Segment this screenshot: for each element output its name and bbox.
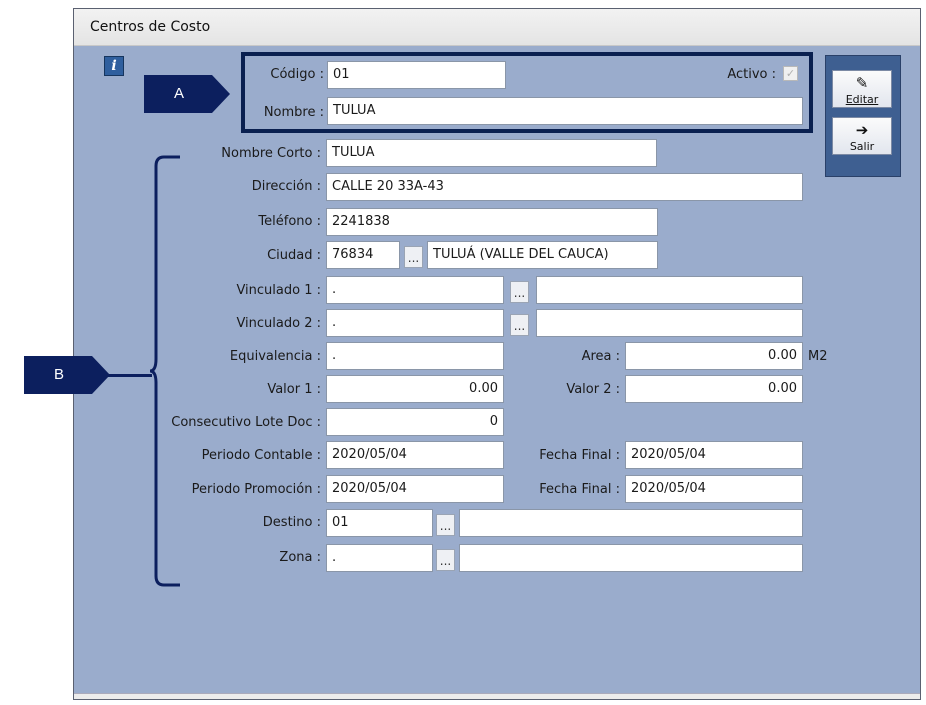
telefono-label: Teléfono :	[258, 214, 321, 229]
area-unit: M2	[808, 349, 828, 364]
zona-lookup-button[interactable]: ...	[436, 549, 455, 571]
activo-checkbox[interactable]: ✓	[783, 66, 798, 81]
nombre-corto-label: Nombre Corto :	[221, 146, 321, 161]
vinculado-2-desc-field[interactable]	[536, 309, 803, 337]
vinculado-1-label: Vinculado 1 :	[236, 283, 321, 298]
codigo-label: Código :	[270, 67, 324, 82]
vinculado-1-field[interactable]: .	[326, 276, 504, 304]
area-label: Area :	[581, 349, 620, 364]
fecha-final-1-label: Fecha Final :	[539, 448, 620, 463]
ciudad-code-field[interactable]: 76834	[326, 241, 400, 269]
destino-desc-field[interactable]	[459, 509, 803, 537]
vinculado-1-lookup-button[interactable]: ...	[510, 281, 529, 303]
valor-2-field[interactable]: 0.00	[625, 375, 803, 403]
vinculado-1-desc-field[interactable]	[536, 276, 803, 304]
vinculado-2-lookup-button[interactable]: ...	[510, 314, 529, 336]
valor-1-label: Valor 1 :	[267, 382, 321, 397]
exit-icon: ➔	[855, 121, 869, 139]
fecha-final-1-field[interactable]: 2020/05/04	[625, 441, 803, 469]
nombre-corto-field[interactable]: TULUA	[326, 139, 657, 167]
fecha-final-2-field[interactable]: 2020/05/04	[625, 475, 803, 503]
telefono-field[interactable]: 2241838	[326, 208, 658, 236]
callout-b-label: B	[54, 366, 65, 383]
zona-field[interactable]: .	[326, 544, 433, 572]
consecutivo-field[interactable]: 0	[326, 408, 504, 436]
ciudad-label: Ciudad :	[267, 248, 321, 263]
salir-label: Salir	[849, 140, 875, 153]
zona-label: Zona :	[279, 550, 321, 565]
nombre-label: Nombre :	[263, 105, 324, 120]
consecutivo-label: Consecutivo Lote Doc :	[171, 415, 321, 430]
zona-desc-field[interactable]	[459, 544, 803, 572]
callout-a: A	[144, 75, 230, 113]
callout-b: B	[24, 356, 110, 394]
activo-label: Activo :	[727, 67, 776, 82]
callout-b-connector	[106, 374, 152, 377]
editar-button[interactable]: ✎ Editar	[832, 70, 892, 108]
ciudad-lookup-button[interactable]: ...	[404, 246, 423, 268]
destino-lookup-button[interactable]: ...	[436, 514, 455, 536]
fecha-final-2-label: Fecha Final :	[539, 482, 620, 497]
periodo-contable-field[interactable]: 2020/05/04	[326, 441, 504, 469]
valor-1-field[interactable]: 0.00	[326, 375, 504, 403]
window-title: Centros de Costo	[90, 19, 211, 35]
periodo-promocion-label: Periodo Promoción :	[191, 482, 321, 497]
direccion-field[interactable]: CALLE 20 33A-43	[326, 173, 803, 201]
valor-2-label: Valor 2 :	[566, 382, 620, 397]
vinculado-2-field[interactable]: .	[326, 309, 504, 337]
equivalencia-label: Equivalencia :	[229, 349, 321, 364]
direccion-label: Dirección :	[251, 179, 321, 194]
ciudad-name-field[interactable]: TULUÁ (VALLE DEL CAUCA)	[427, 241, 658, 269]
window-bottom-edge	[74, 693, 920, 699]
periodo-promocion-field[interactable]: 2020/05/04	[326, 475, 504, 503]
editar-label: Editar	[845, 93, 879, 106]
action-toolbar: ✎ Editar ➔ Salir	[825, 55, 901, 177]
info-icon[interactable]: i	[104, 56, 124, 76]
codigo-field[interactable]: 01	[327, 61, 506, 89]
periodo-contable-label: Periodo Contable :	[201, 448, 321, 463]
destino-label: Destino :	[262, 515, 321, 530]
title-bar: Centros de Costo	[74, 9, 920, 46]
vinculado-2-label: Vinculado 2 :	[236, 316, 321, 331]
callout-a-label: A	[174, 85, 185, 102]
equivalencia-field[interactable]: .	[326, 342, 504, 370]
salir-button[interactable]: ➔ Salir	[832, 117, 892, 155]
edit-icon: ✎	[855, 74, 869, 92]
destino-field[interactable]: 01	[326, 509, 433, 537]
nombre-field[interactable]: TULUA	[327, 97, 803, 125]
area-field[interactable]: 0.00	[625, 342, 803, 370]
